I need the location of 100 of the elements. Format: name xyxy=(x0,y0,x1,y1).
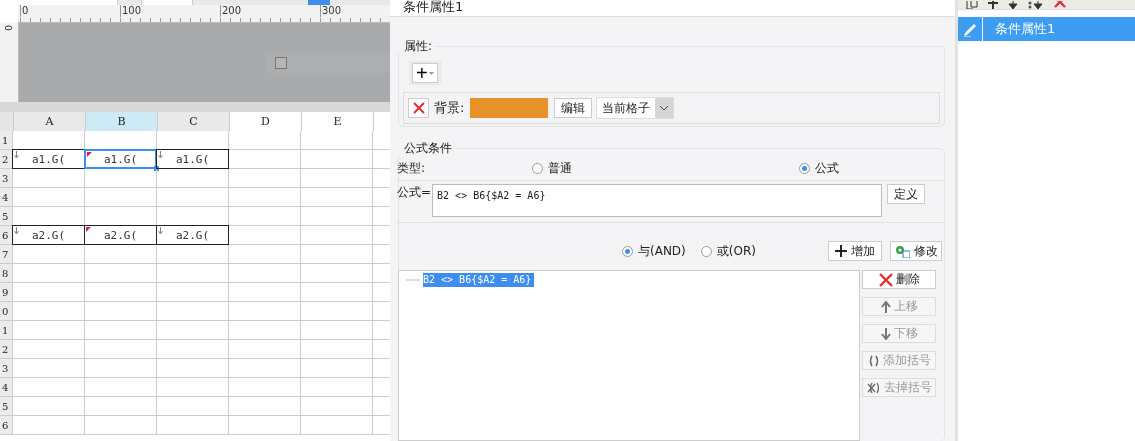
table-cell[interactable] xyxy=(301,340,373,359)
row-header[interactable]: 8 xyxy=(0,264,13,283)
color-swatch[interactable] xyxy=(470,98,549,118)
row-header[interactable]: 5 xyxy=(0,207,13,226)
table-cell[interactable] xyxy=(13,264,85,283)
row-header[interactable]: 4 xyxy=(0,188,13,207)
table-cell[interactable] xyxy=(85,321,157,340)
radio-button[interactable]: 与(AND) xyxy=(622,242,686,260)
define-button[interactable]: 定义 xyxy=(887,184,926,204)
table-cell[interactable] xyxy=(301,188,373,207)
table-cell[interactable] xyxy=(301,169,373,188)
row-header[interactable]: 3 xyxy=(0,169,13,188)
fill-handle[interactable] xyxy=(154,166,159,171)
column-header[interactable]: D xyxy=(230,112,302,131)
row-header[interactable]: 1 xyxy=(0,131,13,150)
add-button[interactable]: + xyxy=(412,63,438,83)
table-cell[interactable] xyxy=(229,378,301,397)
table-cell[interactable] xyxy=(301,397,373,416)
table-cell[interactable] xyxy=(85,245,157,264)
table-cell[interactable] xyxy=(157,245,229,264)
table-cell[interactable]: a2.G( xyxy=(84,225,157,245)
radio-circle[interactable] xyxy=(532,162,544,174)
table-cell[interactable] xyxy=(85,416,157,435)
table-cell[interactable] xyxy=(229,397,301,416)
table-cell[interactable] xyxy=(85,264,157,283)
table-cell[interactable] xyxy=(85,378,157,397)
table-cell[interactable] xyxy=(157,378,229,397)
row-header[interactable]: 3 xyxy=(0,359,13,378)
table-cell[interactable] xyxy=(301,245,373,264)
table-cell[interactable] xyxy=(229,416,301,435)
radio-circle[interactable] xyxy=(622,245,633,257)
table-cell[interactable] xyxy=(229,188,301,207)
table-cell[interactable] xyxy=(13,245,85,264)
table-cell[interactable] xyxy=(13,397,85,416)
table-cell[interactable] xyxy=(229,359,301,378)
table-cell[interactable] xyxy=(301,378,373,397)
table-cell[interactable] xyxy=(301,302,373,321)
table-cell[interactable] xyxy=(229,207,301,226)
table-cell[interactable] xyxy=(229,321,301,340)
table-cell[interactable] xyxy=(301,359,373,378)
column-header[interactable]: E xyxy=(302,112,374,131)
table-cell[interactable] xyxy=(229,169,301,188)
table-cell[interactable] xyxy=(301,131,373,150)
table-cell[interactable]: a2.G( xyxy=(12,225,85,245)
edit-button[interactable]: 编辑 xyxy=(554,98,593,118)
table-cell[interactable] xyxy=(301,264,373,283)
table-cell[interactable] xyxy=(229,150,301,169)
table-cell[interactable] xyxy=(301,283,373,302)
table-cell[interactable] xyxy=(229,131,301,150)
table-cell[interactable] xyxy=(13,302,85,321)
radio-button[interactable]: 普通 xyxy=(532,159,573,177)
row-header[interactable]: 7 xyxy=(0,245,13,264)
table-cell[interactable] xyxy=(85,359,157,378)
column-header[interactable] xyxy=(374,112,390,131)
table-cell[interactable] xyxy=(85,302,157,321)
table-cell[interactable]: a1.G( xyxy=(12,149,85,169)
table-cell[interactable] xyxy=(301,207,373,226)
table-cell[interactable]: a2.G( xyxy=(156,225,229,245)
table-cell[interactable] xyxy=(157,416,229,435)
radio-circle[interactable] xyxy=(799,162,811,174)
table-cell[interactable] xyxy=(157,302,229,321)
table-cell[interactable] xyxy=(229,245,301,264)
table-cell[interactable] xyxy=(13,378,85,397)
row-header[interactable]: 5 xyxy=(0,397,13,416)
table-cell[interactable] xyxy=(13,416,85,435)
table-cell[interactable] xyxy=(301,150,373,169)
row-header[interactable]: 6 xyxy=(0,416,13,435)
table-cell[interactable] xyxy=(229,226,301,245)
table-cell[interactable]: a1.G( xyxy=(84,149,157,169)
list-action-button[interactable]: 删除 xyxy=(862,270,936,289)
table-cell[interactable] xyxy=(157,264,229,283)
table-cell[interactable] xyxy=(85,283,157,302)
table-cell[interactable] xyxy=(301,321,373,340)
table-cell[interactable] xyxy=(229,340,301,359)
table-cell[interactable] xyxy=(13,283,85,302)
formula-field[interactable]: B2 <> B6{$A2 = A6} xyxy=(432,184,883,217)
radio-circle[interactable] xyxy=(700,245,712,257)
table-cell[interactable] xyxy=(157,283,229,302)
modify-button[interactable]: 修改 xyxy=(890,241,942,261)
table-cell[interactable] xyxy=(85,169,157,188)
scope-dropdown[interactable]: 当前格子 xyxy=(596,97,675,119)
row-header[interactable]: 9 xyxy=(0,283,13,302)
table-cell[interactable]: a1.G( xyxy=(156,149,229,169)
table-cell[interactable] xyxy=(157,397,229,416)
table-cell[interactable] xyxy=(85,340,157,359)
table-cell[interactable] xyxy=(157,188,229,207)
table-cell[interactable] xyxy=(13,340,85,359)
table-cell[interactable] xyxy=(13,359,85,378)
table-cell[interactable] xyxy=(13,321,85,340)
row-header[interactable]: 4 xyxy=(0,378,13,397)
column-header[interactable]: B xyxy=(86,112,158,131)
table-cell[interactable] xyxy=(157,340,229,359)
radio-button[interactable]: 公式 xyxy=(799,159,840,177)
remove-button[interactable] xyxy=(408,98,429,118)
table-cell[interactable] xyxy=(301,226,373,245)
row-header[interactable]: 0 xyxy=(0,302,13,321)
splitter-bar[interactable] xyxy=(0,102,390,112)
table-cell[interactable] xyxy=(85,397,157,416)
table-cell[interactable] xyxy=(13,188,85,207)
table-cell[interactable] xyxy=(85,188,157,207)
